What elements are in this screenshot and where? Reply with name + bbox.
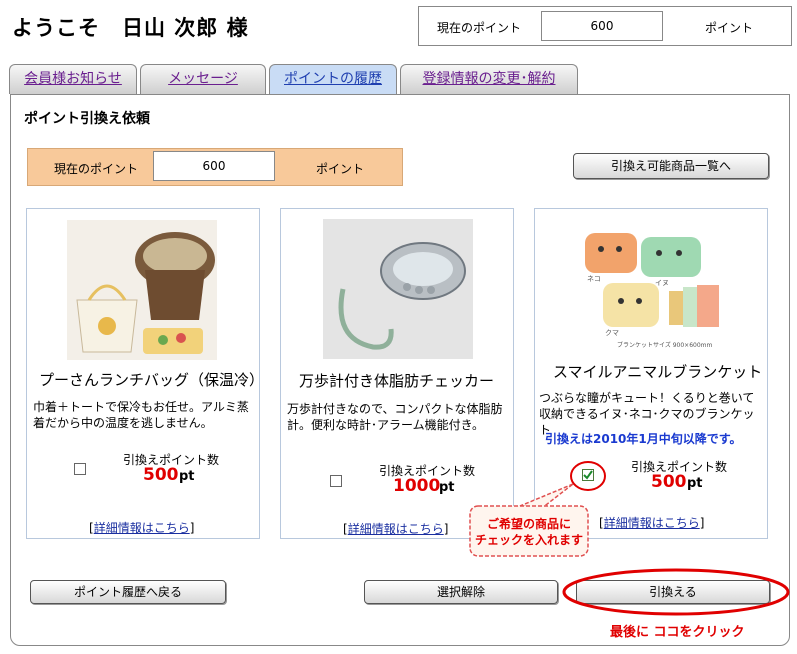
clear-selection-button[interactable]: 選択解除: [364, 580, 558, 604]
back-to-history-button[interactable]: ポイント履歴へ戻る: [30, 580, 226, 604]
product-card-lunch-bag: プーさんランチバッグ（保温冷） 巾着＋トートで保冷もお任せ。アルミ蒸着だから中の…: [26, 208, 264, 539]
callout-text: ご希望の商品に チェックを入れます: [470, 516, 588, 548]
catalog-button[interactable]: 引換え可能商品一覧へ: [573, 153, 769, 179]
page-title: ポイント引換え依頼: [24, 111, 150, 127]
points-value: 500: [651, 472, 687, 492]
select-checkbox[interactable]: [330, 475, 342, 487]
points-value: 1000: [393, 476, 441, 496]
detail-link-wrapper: [詳細情報はこちら]: [599, 516, 705, 530]
blanket-label-dog: イヌ: [655, 279, 669, 287]
tab-member-news[interactable]: 会員様お知らせ: [9, 64, 137, 94]
tab-messages-label: メッセージ: [168, 71, 238, 87]
points-unit: pt: [439, 480, 455, 495]
select-checkbox[interactable]: [74, 463, 86, 475]
blanket-label-cat: ネコ: [587, 275, 601, 283]
detail-link[interactable]: 詳細情報はこちら: [348, 522, 444, 536]
blanket-size-text: ブランケットサイズ 900×600mm: [617, 341, 713, 349]
callout-line-1: ご希望の商品に: [486, 517, 571, 531]
product-name: スマイルアニマルブランケット: [553, 363, 763, 381]
header-points-unit: ポイント: [705, 21, 754, 35]
availability-notice: 引換えは2010年1月中旬以降です。: [545, 432, 742, 446]
product-name: プーさんランチバッグ（保温冷）: [39, 371, 265, 389]
points-unit: pt: [687, 476, 703, 491]
detail-link[interactable]: 詳細情報はこちら: [94, 521, 190, 535]
header-points-label: 現在のポイント: [437, 21, 522, 35]
exchange-highlight-ring: [562, 568, 790, 616]
tab-messages[interactable]: メッセージ: [140, 64, 266, 94]
detail-link-wrapper: [詳細情報はこちら]: [89, 521, 195, 535]
final-click-annotation: 最後に ココをクリック: [610, 625, 745, 640]
points-unit: pt: [179, 469, 195, 484]
product-name: 万歩計付き体脂肪チェッカー: [299, 372, 495, 390]
points-bar-label: 現在のポイント: [54, 162, 139, 176]
points-bar: 現在のポイント 600 ポイント: [27, 148, 403, 186]
product-description: 巾着＋トートで保冷もお任せ。アルミ蒸着だから中の温度を逃しません。: [33, 400, 249, 430]
tab-points-history[interactable]: ポイントの履歴: [269, 64, 397, 94]
detail-link[interactable]: 詳細情報はこちら: [604, 516, 700, 530]
points-value: 500: [143, 465, 179, 485]
tab-registration-label: 登録情報の変更･解約: [422, 71, 556, 87]
points-bar-value: 600: [153, 151, 275, 181]
fat-checker-image: [323, 219, 473, 359]
points-bar-unit: ポイント: [316, 162, 365, 176]
tab-points-history-label: ポイントの履歴: [284, 71, 382, 87]
header-points-box: 現在のポイント 600 ポイント: [418, 6, 792, 46]
header-points-value: 600: [541, 11, 663, 41]
tab-member-news-label: 会員様お知らせ: [24, 71, 122, 87]
blanket-label-bear: クマ: [605, 329, 619, 337]
welcome-title: ようこそ 日山 次郎 様: [12, 16, 249, 40]
blanket-image: ネコ イヌ クマ ブランケットサイズ 900×600mm: [579, 219, 725, 359]
lunch-bag-image: [67, 220, 217, 360]
tab-registration[interactable]: 登録情報の変更･解約: [400, 64, 578, 94]
detail-link-wrapper: [詳細情報はこちら]: [343, 522, 449, 536]
product-description: 万歩計付きなので、コンパクトな体脂肪計。便利な時計･アラーム機能付き。: [287, 402, 503, 432]
callout-line-2: チェックを入れます: [474, 533, 583, 547]
